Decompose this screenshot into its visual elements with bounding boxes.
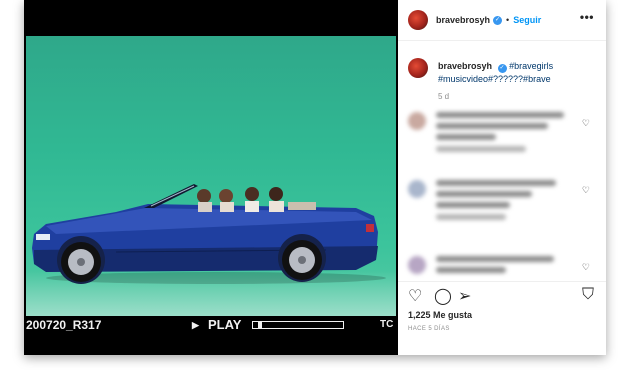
save-bookmark-icon[interactable]: ⛉ (582, 286, 594, 304)
like-heart-icon[interactable]: ♡ (408, 286, 422, 306)
caption-avatar-row (408, 58, 428, 78)
post-header: bravebrosyh ✓ • Seguir (408, 10, 541, 30)
caption-hashtag-bravegirls[interactable]: #bravegirls (509, 61, 553, 71)
comment-avatar (408, 256, 426, 274)
verified-badge-icon: ✓ (493, 15, 503, 25)
convertible-car-image (32, 184, 386, 284)
comment-blurred-3 (408, 256, 578, 278)
share-send-icon[interactable]: ➢ (458, 286, 471, 306)
timeline-knob[interactable] (258, 321, 263, 329)
header-divider (398, 40, 606, 41)
video-player[interactable]: 200720_R317 ▶ PLAY TC (24, 0, 398, 355)
caption-hashtags[interactable]: #musicvideo#??????#brave (438, 74, 551, 84)
caption-verified-icon: ✓ (497, 64, 507, 73)
video-hud: 200720_R317 ▶ PLAY TC (24, 316, 398, 340)
avatar[interactable] (408, 10, 428, 30)
comment-like-icon[interactable]: ♡ (582, 118, 590, 129)
separator-dot: • (506, 15, 510, 25)
green-screen-video[interactable] (26, 36, 396, 316)
comment-bubble-icon[interactable]: ◯ (434, 286, 452, 306)
caption-avatar[interactable] (408, 58, 428, 78)
comment-avatar (408, 180, 426, 198)
username-link[interactable]: bravebrosyh (436, 15, 490, 25)
likes-number: 1,225 (408, 310, 431, 320)
caption-time-ago: 5 d (438, 92, 450, 101)
clip-id: 200720_R317 (26, 318, 102, 332)
timeline-scrubber[interactable] (252, 321, 344, 329)
comment-blurred-1 (408, 112, 578, 157)
follow-button[interactable]: Seguir (513, 15, 541, 25)
caption: bravebrosyh ✓ #bravegirls #musicvideo#??… (438, 60, 598, 85)
play-icon[interactable]: ▶ (192, 320, 199, 331)
likes-label: Me gusta (433, 310, 473, 320)
caption-username[interactable]: bravebrosyh (438, 61, 492, 71)
timecode-label: TC (380, 319, 394, 330)
action-bar: ♡ ◯ ➢ ⛉ (408, 286, 598, 306)
post-side-panel: bravebrosyh ✓ • Seguir ••• bravebrosyh ✓… (398, 0, 606, 355)
instagram-post-modal: 200720_R317 ▶ PLAY TC bravebrosyh ✓ • Se… (24, 0, 606, 355)
more-options-icon[interactable]: ••• (580, 10, 594, 24)
comment-like-icon[interactable]: ♡ (582, 185, 590, 196)
posted-date: HACE 5 DÍAS (408, 326, 450, 332)
comment-like-icon[interactable]: ♡ (582, 262, 590, 273)
likes-count[interactable]: 1,225 Me gusta (408, 310, 472, 320)
comment-avatar (408, 112, 426, 130)
actions-divider (398, 281, 606, 282)
comment-blurred-2 (408, 180, 578, 225)
play-label: PLAY (208, 317, 242, 332)
